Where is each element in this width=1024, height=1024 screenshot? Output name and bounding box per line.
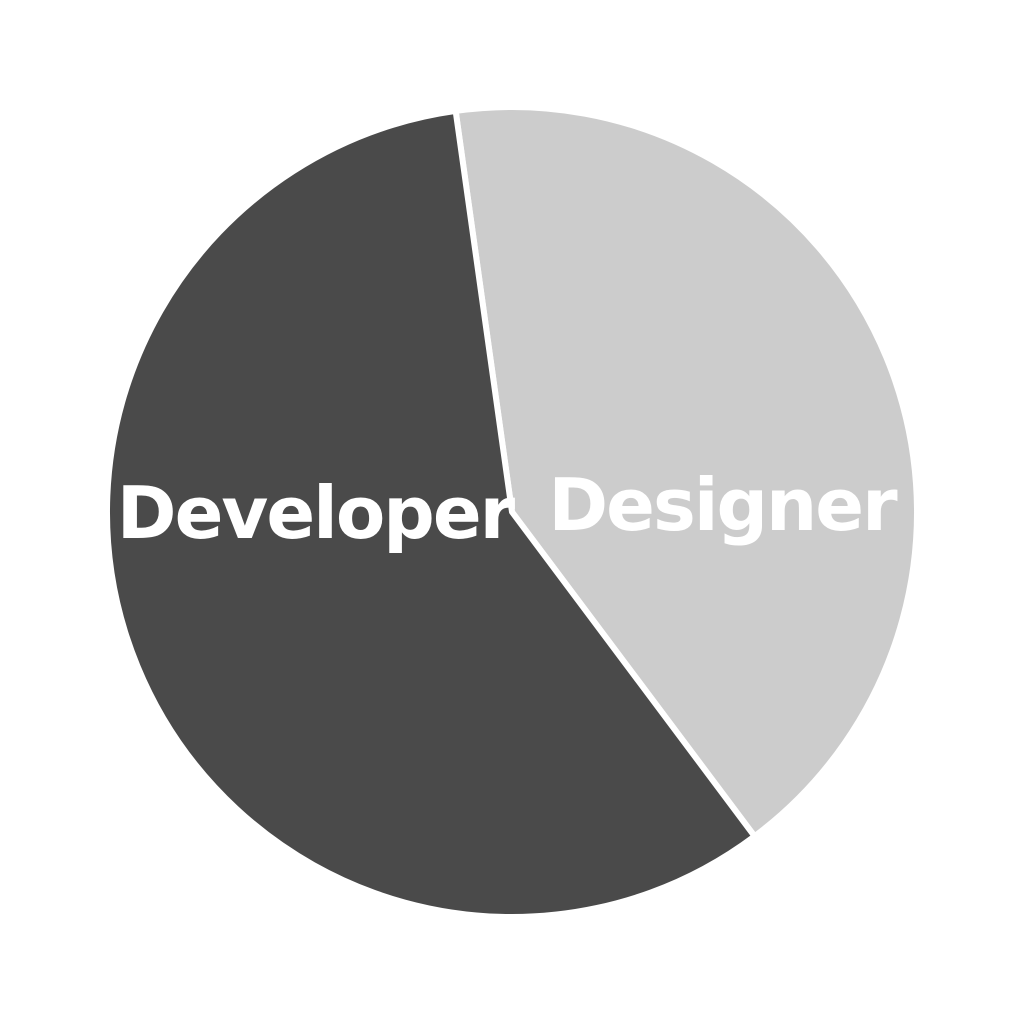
pie-chart: Designer Developer bbox=[104, 104, 920, 920]
pie-label-developer: Developer bbox=[117, 471, 516, 555]
pie-label-designer: Designer bbox=[548, 463, 898, 547]
pie-labels: Designer Developer bbox=[117, 463, 900, 555]
